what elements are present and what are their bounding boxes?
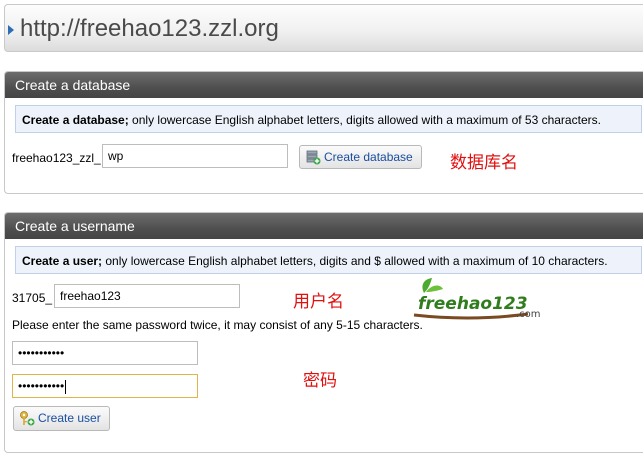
user-notice: Create a user; only lowercase English al…: [15, 246, 642, 274]
url-text: http://freehao123.zzl.org: [20, 15, 279, 42]
freehao123-logo: freehao123 .com: [413, 278, 540, 320]
username-prefix: 31705_: [12, 291, 53, 305]
create-user-button[interactable]: Create user: [13, 406, 110, 431]
text-caret: [65, 379, 67, 394]
logo-text: freehao123: [418, 294, 528, 314]
database-notice: Create a database; only lowercase Englis…: [15, 105, 642, 133]
logo-suffix: .com: [516, 309, 540, 320]
username-annotation: 用户名: [293, 292, 344, 312]
password-annotation: 密码: [303, 371, 337, 391]
password-hint: Please enter the same password twice, it…: [12, 318, 423, 332]
database-name-annotation: 数据库名: [450, 153, 518, 173]
username-input[interactable]: freehao123: [54, 284, 240, 308]
url-bar: http://freehao123.zzl.org: [4, 4, 643, 52]
create-database-panel: Create a database Create a database; onl…: [4, 71, 643, 194]
password-confirm-input[interactable]: •••••••••••: [12, 374, 198, 398]
database-prefix: freehao123_zzl_: [12, 151, 101, 165]
expand-arrow-icon[interactable]: [8, 25, 14, 35]
panel-title: Create a database: [5, 72, 643, 98]
key-add-icon: [20, 411, 35, 426]
create-database-button[interactable]: Create database: [299, 145, 422, 169]
database-name-input[interactable]: wp: [102, 144, 288, 168]
database-add-icon: [306, 150, 321, 165]
password-input[interactable]: •••••••••••: [12, 341, 198, 365]
panel-title: Create a username: [5, 213, 643, 239]
